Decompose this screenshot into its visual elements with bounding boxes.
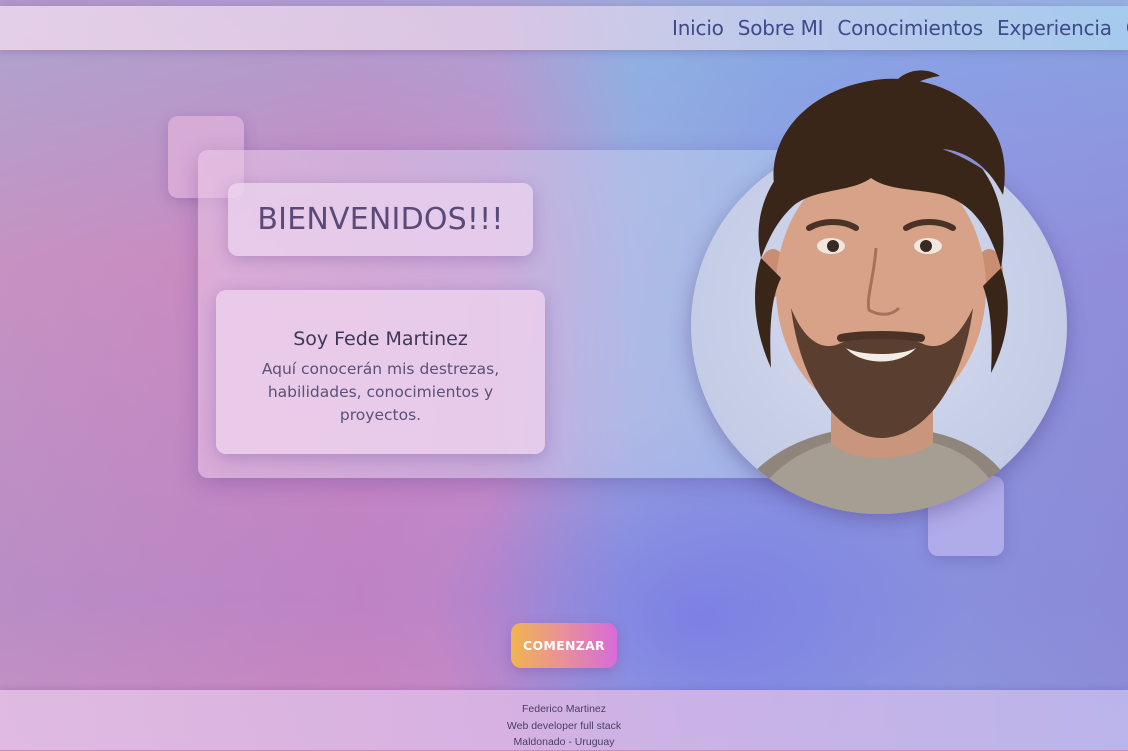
intro-name: Soy Fede Martinez: [293, 328, 468, 350]
footer-name: Federico Martinez: [521, 703, 607, 715]
nav-link-sobre-mi[interactable]: Sobre MI: [738, 16, 824, 40]
nav-links: Inicio Sobre MI Conocimientos Experienci…: [672, 6, 1128, 50]
welcome-title: BIENVENIDOS!!!: [257, 202, 504, 237]
comenzar-button[interactable]: COMENZAR: [511, 623, 617, 668]
nav-link-experiencia[interactable]: Experiencia: [997, 16, 1112, 40]
profile-photo: [691, 138, 1067, 514]
nav-link-inicio[interactable]: Inicio: [672, 16, 724, 40]
top-navbar: Inicio Sobre MI Conocimientos Experienci…: [0, 6, 1128, 50]
intro-box: Soy Fede Martinez Aquí conocerán mis des…: [216, 290, 545, 454]
intro-description: Aquí conocerán mis destrezas, habilidade…: [261, 360, 500, 424]
profile-portrait-illustration: [731, 138, 1021, 514]
footer-role: Web developer full stack: [506, 719, 622, 732]
footer-location: Maldonado - Uruguay: [513, 736, 615, 748]
welcome-box: BIENVENIDOS!!!: [228, 183, 533, 256]
footer: Federico Martinez Web developer full sta…: [0, 690, 1128, 750]
nav-link-conocimientos[interactable]: Conocimientos: [837, 16, 983, 40]
